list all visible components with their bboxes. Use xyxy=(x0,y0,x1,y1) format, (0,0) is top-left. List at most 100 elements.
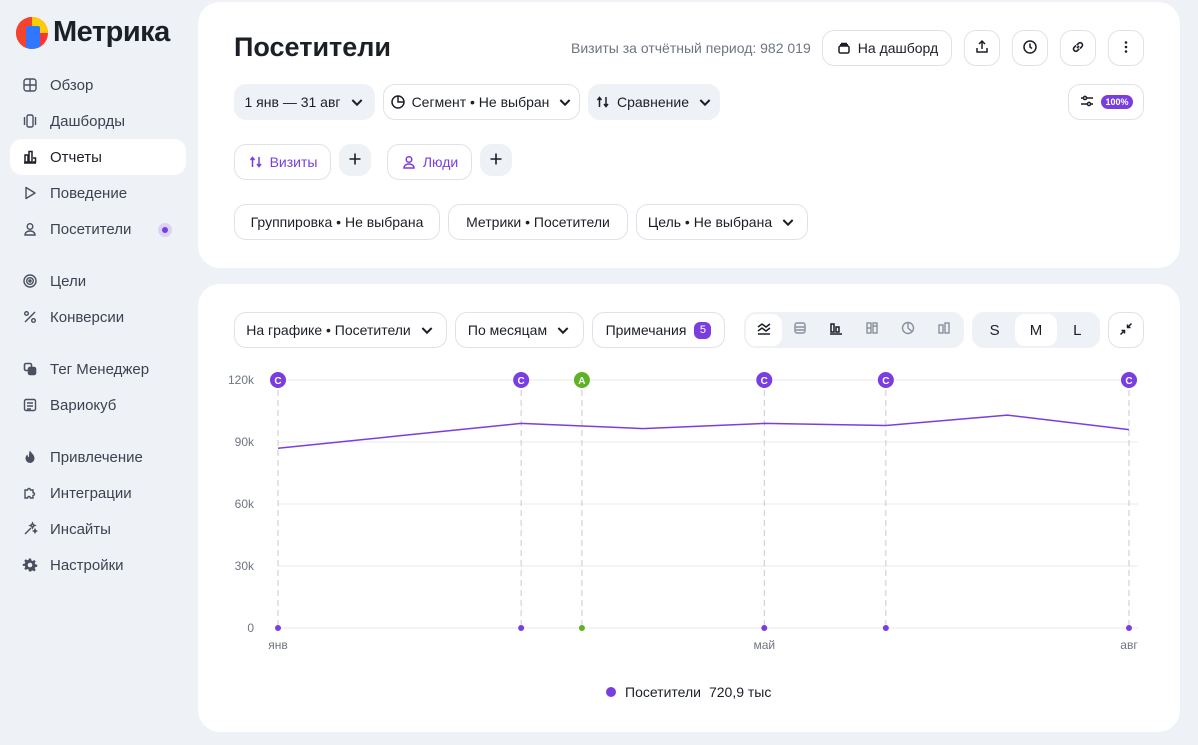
segment-label: Сегмент • Не выбран xyxy=(411,94,550,110)
annotation-point xyxy=(1126,625,1132,631)
sidebar-item-2-1[interactable]: Вариокуб xyxy=(10,387,186,423)
logo-text: Метрика xyxy=(53,16,170,48)
comparison-select[interactable]: Сравнение xyxy=(588,84,720,120)
annotation-point xyxy=(882,625,889,631)
sidebar-item-label: Дашборды xyxy=(50,112,125,130)
upload-icon xyxy=(974,39,990,58)
bar-chart-icon xyxy=(22,149,38,165)
legend-series-dot xyxy=(606,687,616,697)
more-button[interactable] xyxy=(1108,30,1144,66)
puzzle-icon xyxy=(22,485,38,501)
export-button[interactable] xyxy=(964,30,1000,66)
plus-icon xyxy=(347,151,363,170)
comparison-label: Сравнение xyxy=(617,94,689,110)
sidebar-item-label: Вариокуб xyxy=(50,396,117,414)
sidebar-item-0-3[interactable]: Поведение xyxy=(10,175,186,211)
sidebar-item-0-0[interactable]: Обзор xyxy=(10,67,186,103)
chevron-down-icon xyxy=(560,99,571,107)
sidebar-item-label: Привлечение xyxy=(50,448,143,466)
share-link-button[interactable] xyxy=(1060,30,1096,66)
x-tick-label: май xyxy=(753,638,775,652)
metrics-select[interactable]: Метрики • Посетители xyxy=(448,204,628,240)
sidebar-item-label: Инсайты xyxy=(50,520,111,538)
sidebar-item-0-1[interactable]: Дашборды xyxy=(10,103,186,139)
add-visits-entity-button[interactable] xyxy=(339,144,371,176)
dashboards-icon xyxy=(22,113,38,129)
metrics-label: Метрики • Посетители xyxy=(466,214,610,230)
legend-series-label: Посетители xyxy=(625,684,701,700)
tag-manager-icon xyxy=(22,361,38,377)
report-header-card: Посетители Визиты за отчётный период: 98… xyxy=(198,2,1180,268)
page-title: Посетители xyxy=(234,32,392,62)
status-dot xyxy=(158,223,172,237)
sidebar-item-3-3[interactable]: Настройки xyxy=(10,547,186,583)
segment-select[interactable]: Сегмент • Не выбран xyxy=(383,84,580,120)
annotation-point xyxy=(761,625,768,631)
sidebar-item-1-0[interactable]: Цели xyxy=(10,263,186,299)
annotation-point xyxy=(518,625,525,631)
sampling-button[interactable]: 100% xyxy=(1068,84,1144,120)
sidebar-item-label: Отчеты xyxy=(50,148,102,166)
chevron-down-icon xyxy=(351,99,362,107)
metrika-logo-icon xyxy=(16,16,48,49)
sidebar-item-label: Посетители xyxy=(50,220,132,238)
chevron-down-icon xyxy=(782,219,794,227)
legend-series-total: 720,9 тыс xyxy=(708,684,772,700)
sidebar-item-0-2[interactable]: Отчеты xyxy=(10,139,186,175)
history-button[interactable] xyxy=(1012,30,1048,66)
sparkle-icon xyxy=(22,521,38,537)
add-people-entity-button[interactable] xyxy=(480,144,512,176)
person-icon xyxy=(22,221,38,237)
date-range-label: 1 янв — 31 авг xyxy=(244,94,341,110)
goal-label: Цель • Не выбрана xyxy=(647,214,773,230)
percent-icon xyxy=(22,309,38,325)
sidebar-item-3-1[interactable]: Интеграции xyxy=(10,475,186,511)
visits-entity-button[interactable]: Визиты xyxy=(234,144,331,180)
grouping-select[interactable]: Группировка • Не выбрана xyxy=(234,204,440,240)
compare-icon xyxy=(595,94,611,110)
sidebar-item-label: Обзор xyxy=(50,76,94,94)
sampling-badge: 100% xyxy=(1101,95,1133,109)
people-entity-label: Люди xyxy=(422,154,459,170)
sidebar-item-label: Поведение xyxy=(50,184,128,202)
sidebar-item-label: Тег Менеджер xyxy=(50,360,150,378)
annotation-point xyxy=(578,625,585,631)
add-to-dashboard-button[interactable]: На дашборд xyxy=(822,30,952,66)
people-entity-button[interactable]: Люди xyxy=(387,144,472,180)
annotation-label: C xyxy=(518,376,525,387)
sidebar-item-label: Конверсии xyxy=(50,308,125,326)
sliders-icon xyxy=(1079,93,1095,112)
sidebar-item-0-4[interactable]: Посетители xyxy=(10,211,186,247)
sidebar-item-label: Цели xyxy=(50,272,87,290)
annotation-point xyxy=(275,625,281,631)
y-tick-label: 0 xyxy=(247,621,254,635)
play-icon xyxy=(22,185,38,201)
sidebar-item-3-0[interactable]: Привлечение xyxy=(10,439,186,475)
period-summary: Визиты за отчётный период: 982 019 xyxy=(571,40,811,56)
x-tick-label: авг xyxy=(1120,638,1138,652)
annotation-label: C xyxy=(274,376,281,387)
sidebar-item-label: Интеграции xyxy=(50,484,132,502)
more-vertical-icon xyxy=(1118,39,1134,58)
visits-icon xyxy=(248,154,264,170)
sidebar-item-3-2[interactable]: Инсайты xyxy=(10,511,186,547)
clock-icon xyxy=(1022,39,1038,58)
sidebar-item-label: Настройки xyxy=(50,556,124,574)
date-range-select[interactable]: 1 янв — 31 авг xyxy=(234,84,375,120)
chart-legend: Посетители 720,9 тыс xyxy=(606,684,771,700)
grid-icon xyxy=(22,77,38,93)
plus-icon xyxy=(488,151,504,170)
dashboard-icon xyxy=(836,40,852,56)
annotation-label: C xyxy=(882,376,889,387)
chevron-down-icon xyxy=(699,99,711,107)
logo[interactable]: Метрика xyxy=(16,16,170,49)
y-tick-label: 90k xyxy=(235,435,255,449)
visits-entity-label: Визиты xyxy=(269,154,318,170)
add-to-dashboard-label: На дашборд xyxy=(857,40,939,56)
grouping-label: Группировка • Не выбрана xyxy=(250,214,424,230)
goal-select[interactable]: Цель • Не выбрана xyxy=(636,204,808,240)
visitors-line-chart: 0 30k 60k 90k 120k C C A C C Cянв май авг xyxy=(228,372,1138,652)
sidebar-item-2-0[interactable]: Тег Менеджер xyxy=(10,351,186,387)
series-line xyxy=(277,414,1130,449)
sidebar-item-1-1[interactable]: Конверсии xyxy=(10,299,186,335)
